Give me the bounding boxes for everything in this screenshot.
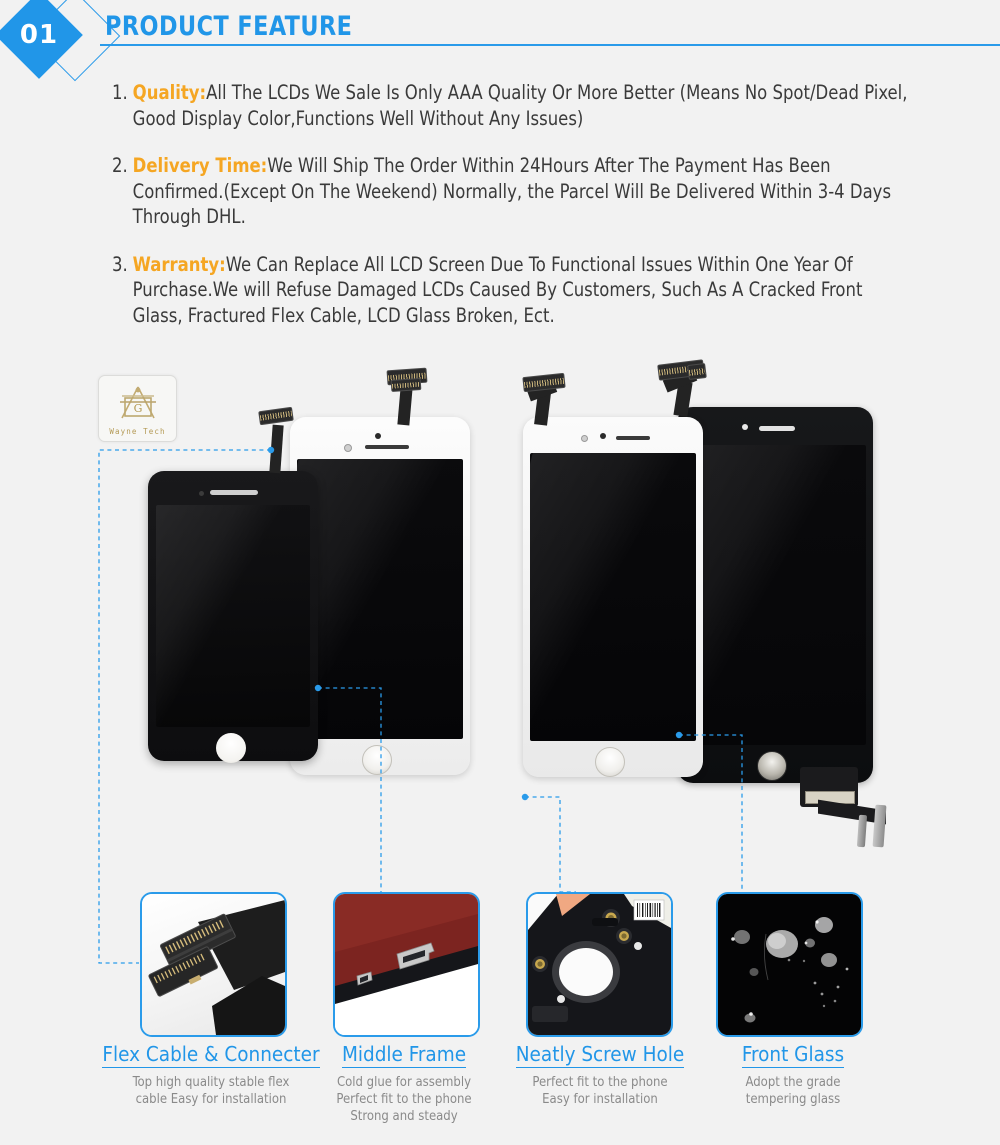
watermark-brand: Wayne Tech bbox=[109, 427, 166, 436]
flex-cable-white-medium bbox=[383, 367, 439, 426]
home-button bbox=[362, 745, 392, 775]
flex-connector bbox=[258, 406, 294, 426]
caption-screw-hole: Neatly Screw Hole Perfect fit to the pho… bbox=[500, 1042, 700, 1108]
phone-screen bbox=[530, 453, 696, 741]
flex-ribbon bbox=[397, 386, 413, 426]
list-item-number: 3. bbox=[112, 252, 128, 276]
flex-ribbon bbox=[269, 424, 284, 474]
flex-connector bbox=[522, 372, 566, 393]
list-item-number: 1. bbox=[112, 81, 128, 104]
front-glass-photo bbox=[718, 894, 861, 1035]
earpiece-slot bbox=[759, 426, 795, 431]
phone-screen bbox=[297, 459, 463, 739]
feature-list: 1. Quality:All The LCDs We Sale Is Only … bbox=[112, 80, 962, 346]
screen-glare bbox=[530, 453, 683, 741]
phone-screen bbox=[156, 505, 310, 727]
thumbnail-front-glass[interactable] bbox=[716, 892, 863, 1037]
section-header: 01 PRODUCT FEATURE bbox=[0, 0, 1000, 82]
proximity-sensor-icon bbox=[199, 491, 204, 496]
screen-glare bbox=[156, 505, 291, 727]
flex-connector bbox=[390, 377, 422, 393]
caption-subtitle: Cold glue for assembly Perfect fit to th… bbox=[336, 1075, 472, 1124]
thumbnail-middle-frame[interactable] bbox=[333, 892, 480, 1037]
list-item-text: We Can Replace All LCD Screen Due To Fun… bbox=[132, 252, 863, 327]
list-item-body: Quality:All The LCDs We Sale Is Only AAA… bbox=[112, 80, 911, 131]
page-title: PRODUCT FEATURE bbox=[105, 11, 353, 42]
home-button bbox=[595, 747, 625, 777]
front-camera-icon bbox=[742, 424, 748, 430]
list-item-number: 2. bbox=[112, 154, 128, 177]
phone-display-black-large bbox=[677, 407, 873, 783]
list-item-body: Delivery Time:We Will Ship The Order Wit… bbox=[112, 153, 911, 230]
middle-frame-photo bbox=[335, 894, 478, 1035]
caption-subtitle: Adopt the grade tempering glass bbox=[745, 1075, 841, 1107]
proximity-sensor-icon bbox=[344, 444, 352, 452]
home-button bbox=[216, 733, 246, 763]
front-camera-icon bbox=[600, 433, 606, 439]
list-item-body: Warranty:We Can Replace All LCD Screen D… bbox=[112, 252, 911, 329]
flex-cable-white-large bbox=[518, 372, 580, 426]
home-button bbox=[757, 751, 787, 781]
flex-cable-black-front bbox=[257, 406, 305, 474]
lower-flex-tail bbox=[800, 767, 910, 853]
list-item-text: All The LCDs We Sale Is Only AAA Quality… bbox=[132, 81, 908, 130]
header-divider bbox=[100, 44, 1000, 46]
list-item: 1. Quality:All The LCDs We Sale Is Only … bbox=[112, 80, 911, 131]
thumbnail-flex-cable[interactable] bbox=[140, 892, 287, 1037]
flex-connector bbox=[687, 362, 707, 381]
flex-cable-black-large bbox=[650, 359, 720, 417]
list-item-label: Delivery Time: bbox=[132, 154, 268, 177]
front-camera-icon bbox=[375, 433, 381, 439]
thumbnail-screw-hole[interactable] bbox=[526, 892, 673, 1037]
flex-cable-connector-photo bbox=[142, 894, 285, 1035]
caption-flex-cable: Flex Cable & Connecter Top high quality … bbox=[100, 1042, 322, 1108]
screen-glare bbox=[297, 459, 449, 739]
phone-screen bbox=[684, 445, 866, 745]
earpiece-slot bbox=[210, 490, 258, 495]
flex-tail-contact bbox=[872, 804, 887, 848]
caption-title: Front Glass bbox=[741, 1042, 845, 1068]
product-image-stage: G Wayne Tech bbox=[0, 355, 1000, 915]
earpiece-slot bbox=[616, 436, 650, 440]
earpiece-slot bbox=[365, 445, 409, 449]
phone-display-white-large bbox=[523, 417, 703, 777]
detail-thumbnail-row bbox=[0, 892, 1000, 1037]
square-and-compass-icon: G bbox=[119, 386, 156, 419]
phone-display-black-front bbox=[148, 471, 318, 763]
screen-glare bbox=[684, 445, 849, 745]
caption-title: Middle Frame bbox=[341, 1042, 467, 1068]
caption-title: Flex Cable & Connecter bbox=[102, 1042, 320, 1068]
caption-subtitle: Top high quality stable flex cable Easy … bbox=[132, 1075, 290, 1107]
svg-text:G: G bbox=[133, 402, 142, 415]
caption-subtitle: Perfect fit to the phone Easy for instal… bbox=[532, 1075, 668, 1107]
list-item-label: Quality: bbox=[132, 81, 207, 104]
list-item-label: Warranty: bbox=[132, 252, 226, 276]
watermark-logo: G Wayne Tech bbox=[98, 375, 177, 442]
caption-middle-frame: Middle Frame Cold glue for assembly Perf… bbox=[318, 1042, 490, 1125]
caption-front-glass: Front Glass Adopt the grade tempering gl… bbox=[700, 1042, 886, 1108]
section-number: 01 bbox=[19, 20, 59, 50]
screw-hole-photo bbox=[528, 894, 671, 1035]
list-item: 3. Warranty:We Can Replace All LCD Scree… bbox=[112, 252, 911, 329]
flex-tail-contact bbox=[856, 814, 868, 848]
list-item: 2. Delivery Time:We Will Ship The Order … bbox=[112, 153, 911, 230]
proximity-sensor-icon bbox=[581, 435, 588, 442]
caption-title: Neatly Screw Hole bbox=[515, 1042, 685, 1068]
